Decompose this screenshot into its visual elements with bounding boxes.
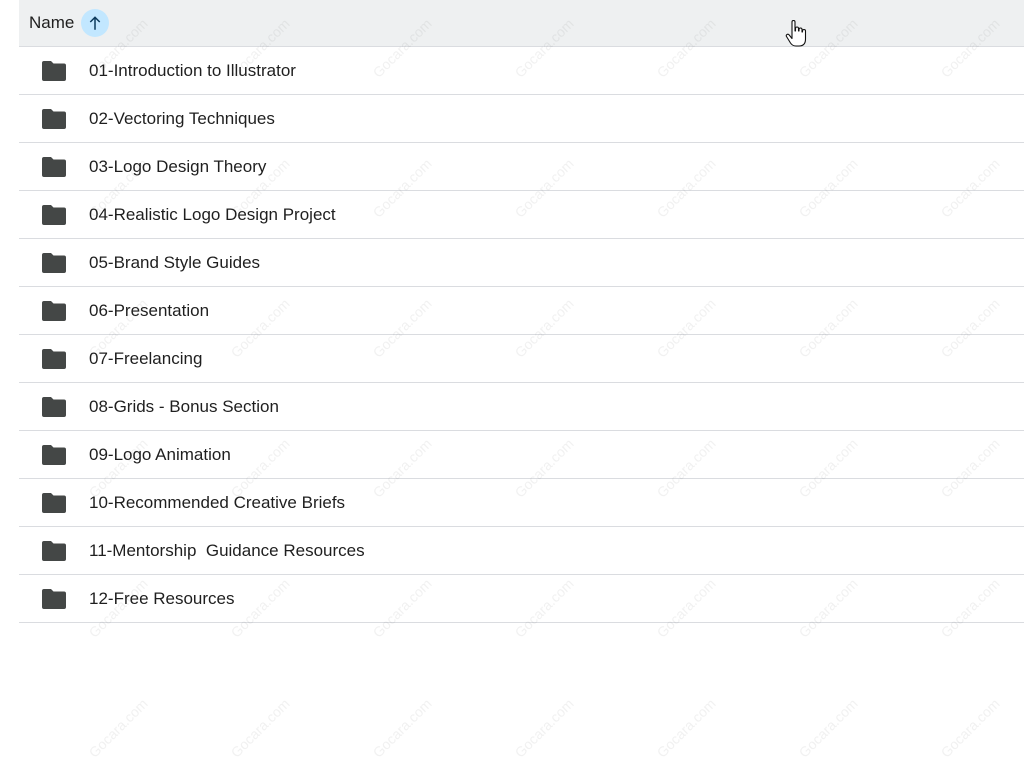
watermark-text: Gocara.com (227, 695, 293, 761)
watermark-text: Gocara.com (653, 695, 719, 761)
folder-name: 01-Introduction to Illustrator (89, 60, 296, 80)
list-item[interactable]: 09-Logo Animation (19, 431, 1024, 479)
list-item[interactable]: 10-Recommended Creative Briefs (19, 479, 1024, 527)
file-browser: Name 01-Introduction to Illustrator 02-V… (0, 0, 1024, 768)
list-item[interactable]: 05-Brand Style Guides (19, 239, 1024, 287)
folder-name: 08-Grids - Bonus Section (89, 396, 279, 416)
folder-icon (41, 492, 67, 514)
folder-icon (41, 588, 67, 610)
sort-ascending-button[interactable] (81, 9, 110, 37)
folder-icon (41, 348, 67, 370)
list-item[interactable]: 01-Introduction to Illustrator (19, 47, 1024, 95)
folder-icon (41, 540, 67, 562)
folder-name: 12-Free Resources (89, 588, 235, 608)
watermark-text: Gocara.com (795, 695, 861, 761)
list-item[interactable]: 12-Free Resources (19, 575, 1024, 623)
folder-name: 09-Logo Animation (89, 444, 231, 464)
folder-icon (41, 252, 67, 274)
folder-name: 02-Vectoring Techniques (89, 108, 275, 128)
folder-icon (41, 300, 67, 322)
folder-icon (41, 396, 67, 418)
folder-name: 04-Realistic Logo Design Project (89, 204, 336, 224)
list-item[interactable]: 11-Mentorship Guidance Resources (19, 527, 1024, 575)
list-item[interactable]: 02-Vectoring Techniques (19, 95, 1024, 143)
folder-list: 01-Introduction to Illustrator 02-Vector… (19, 47, 1024, 623)
watermark-text: Gocara.com (369, 695, 435, 761)
hand-pointer-cursor-icon (785, 20, 807, 47)
folder-icon (41, 108, 67, 130)
watermark-text: Gocara.com (511, 695, 577, 761)
folder-icon (41, 204, 67, 226)
list-header: Name (19, 0, 1024, 47)
list-item[interactable]: 08-Grids - Bonus Section (19, 383, 1024, 431)
arrow-up-icon (90, 16, 101, 30)
folder-name: 10-Recommended Creative Briefs (89, 492, 346, 512)
folder-name: 07-Freelancing (89, 348, 203, 368)
folder-name: 03-Logo Design Theory (89, 156, 267, 176)
list-item[interactable]: 06-Presentation (19, 287, 1024, 335)
folder-icon (41, 156, 67, 178)
name-column-header[interactable]: Name (29, 13, 74, 33)
list-item[interactable]: 03-Logo Design Theory (19, 143, 1024, 191)
list-item[interactable]: 07-Freelancing (19, 335, 1024, 383)
watermark-text: Gocara.com (937, 695, 1003, 761)
folder-name: 11-Mentorship Guidance Resources (89, 540, 365, 560)
folder-icon (41, 60, 67, 82)
folder-name: 05-Brand Style Guides (89, 252, 261, 272)
list-item[interactable]: 04-Realistic Logo Design Project (19, 191, 1024, 239)
watermark-text: Gocara.com (85, 695, 151, 761)
folder-name: 06-Presentation (89, 300, 210, 320)
folder-icon (41, 444, 67, 466)
